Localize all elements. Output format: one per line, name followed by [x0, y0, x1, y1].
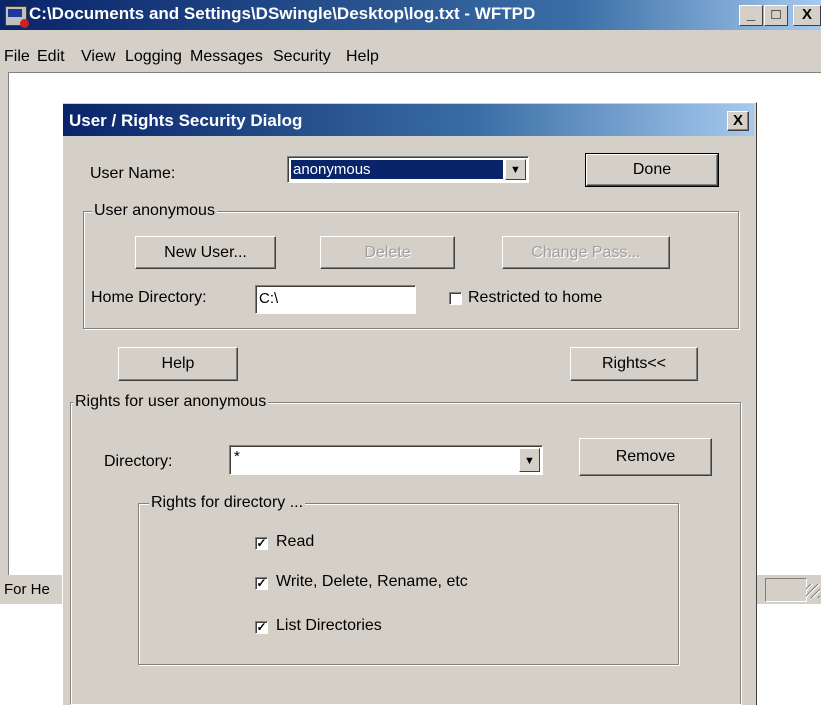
dialog-close-button[interactable]: X — [727, 111, 749, 131]
change-password-button[interactable]: Change Pass... — [502, 236, 670, 269]
list-directories-label: List Directories — [276, 617, 382, 634]
restricted-label: Restricted to home — [468, 289, 603, 306]
menu-help[interactable]: Help — [346, 48, 379, 66]
user-name-combo[interactable]: anonymous ▼ — [287, 156, 529, 183]
write-label: Write, Delete, Rename, etc — [276, 573, 468, 590]
directory-value: * — [234, 448, 240, 465]
home-directory-label: Home Directory: — [91, 289, 207, 306]
minimize-button[interactable]: _ — [739, 5, 763, 26]
remove-button[interactable]: Remove — [579, 438, 712, 476]
close-button[interactable]: X — [793, 5, 821, 26]
menu-bar — [0, 30, 821, 70]
menu-security[interactable]: Security — [273, 48, 331, 66]
rights-group-title: Rights for user anonymous — [73, 393, 269, 411]
maximize-button[interactable]: □ — [764, 5, 788, 26]
write-checkbox[interactable]: ✓ — [255, 577, 268, 590]
menu-file[interactable]: File — [4, 48, 30, 66]
menu-view[interactable]: View — [81, 48, 115, 66]
chevron-down-icon[interactable]: ▼ — [505, 159, 526, 180]
resize-grip-icon[interactable] — [806, 584, 820, 598]
help-button[interactable]: Help — [118, 347, 238, 381]
dialog-title: User / Rights Security Dialog — [69, 111, 303, 130]
wftpd-app-icon[interactable] — [5, 6, 29, 28]
user-name-label: User Name: — [90, 165, 176, 182]
status-panel — [765, 578, 807, 602]
status-text: For He — [4, 581, 50, 598]
read-checkbox[interactable]: ✓ — [255, 537, 268, 550]
window-title: C:\Documents and Settings\DSwingle\Deskt… — [29, 4, 536, 23]
new-user-button[interactable]: New User... — [135, 236, 276, 269]
done-button[interactable]: Done — [585, 153, 719, 187]
read-label: Read — [276, 533, 315, 550]
directory-combo[interactable]: * ▼ — [229, 445, 543, 475]
user-name-value: anonymous — [291, 160, 503, 179]
restricted-checkbox[interactable] — [449, 292, 462, 305]
menu-messages[interactable]: Messages — [190, 48, 263, 66]
list-directories-checkbox[interactable]: ✓ — [255, 621, 268, 634]
menu-edit[interactable]: Edit — [37, 48, 65, 66]
delete-button[interactable]: Delete — [320, 236, 455, 269]
user-group-title: User anonymous — [92, 202, 217, 220]
menu-logging[interactable]: Logging — [125, 48, 182, 66]
directory-rights-group-title: Rights for directory ... — [149, 494, 306, 512]
chevron-down-icon[interactable]: ▼ — [519, 448, 540, 472]
rights-toggle-button[interactable]: Rights<< — [570, 347, 698, 381]
home-directory-input[interactable]: C:\ — [255, 285, 416, 314]
directory-label: Directory: — [104, 453, 173, 470]
